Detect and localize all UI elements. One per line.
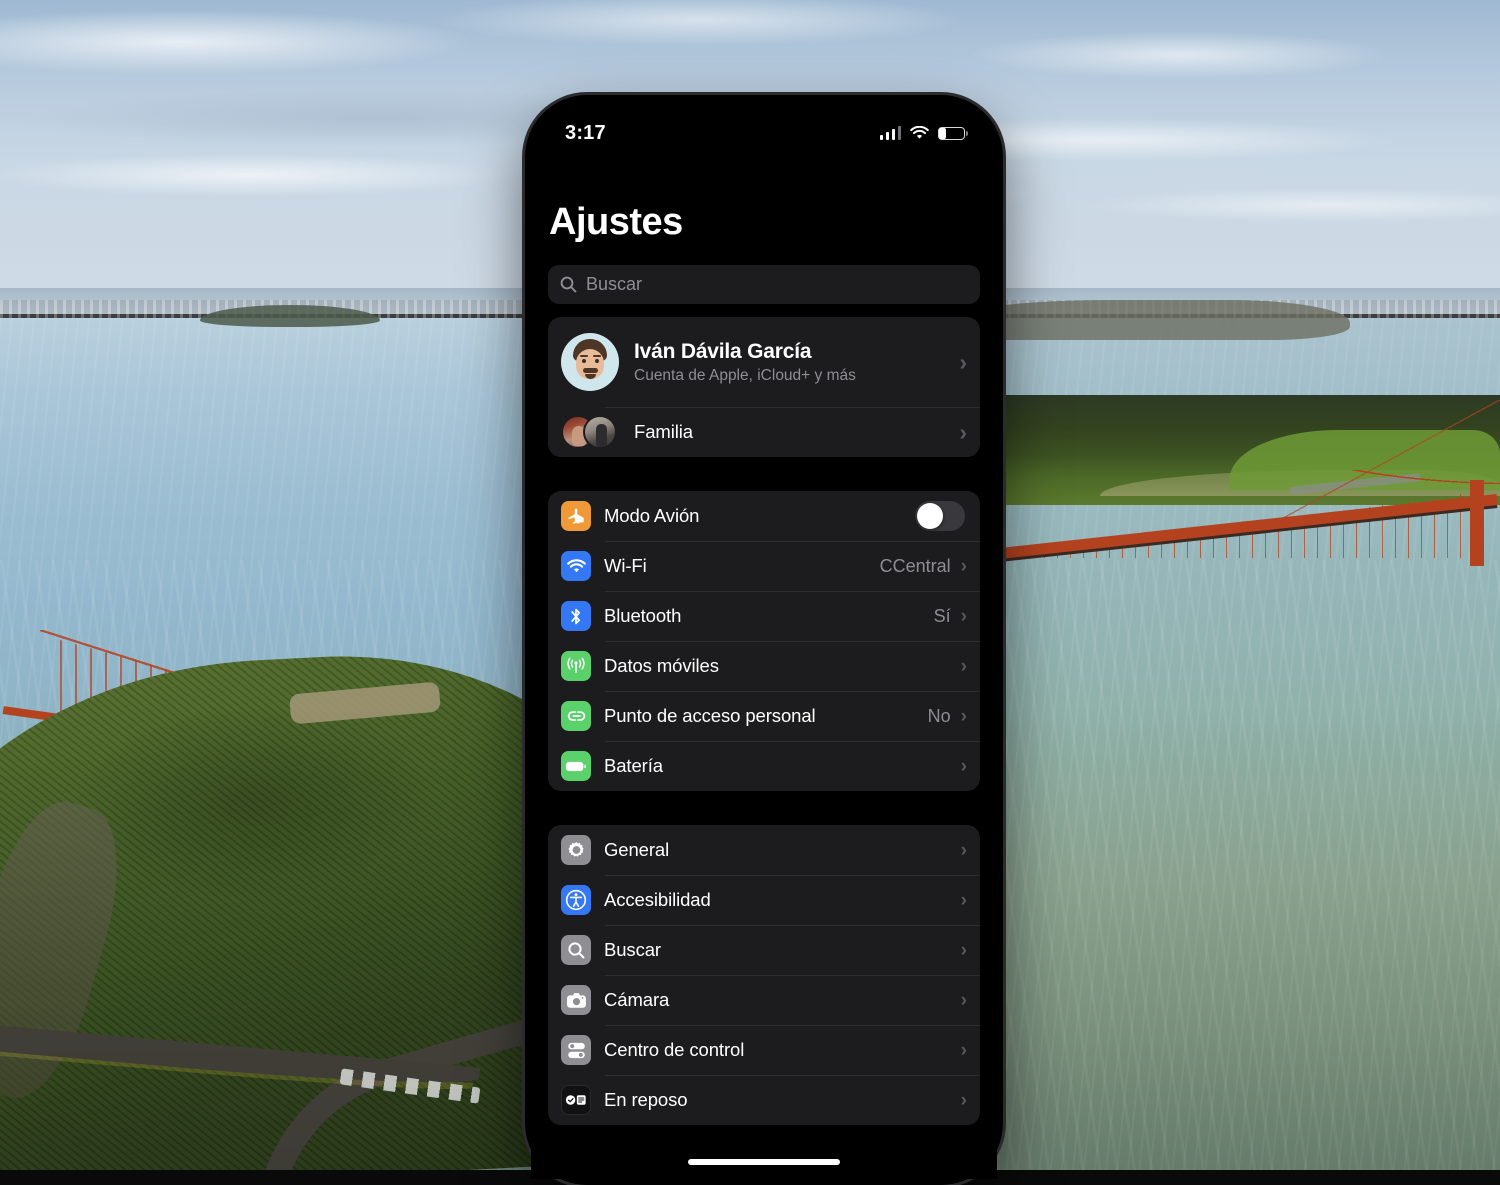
chevron-right-icon: › [959, 351, 967, 374]
chevron-right-icon: › [959, 421, 967, 444]
gear-icon [561, 835, 591, 865]
cellular-data-row[interactable]: Datos móviles › [548, 641, 980, 691]
general-label: General [604, 839, 959, 861]
camera-label: Cámara [604, 989, 959, 1011]
search-settings-row[interactable]: Buscar › [548, 925, 980, 975]
accessibility-label: Accesibilidad [604, 889, 959, 911]
bluetooth-label: Bluetooth [604, 605, 934, 627]
bluetooth-value: Sí [934, 606, 951, 627]
settings-list: Iván Dávila García Cuenta de Apple, iClo… [548, 317, 980, 1159]
family-member-avatars [561, 413, 619, 451]
battery-low-icon [938, 127, 965, 140]
account-group: Iván Dávila García Cuenta de Apple, iClo… [548, 317, 980, 457]
status-bar-clock: 3:17 [565, 122, 606, 145]
accessibility-row[interactable]: Accesibilidad › [548, 875, 980, 925]
search-magnifier-icon [561, 935, 591, 965]
airplane-mode-toggle[interactable] [915, 501, 965, 531]
standby-icon [561, 1085, 591, 1115]
personal-hotspot-label: Punto de acceso personal [604, 705, 928, 727]
chevron-right-icon: › [961, 991, 967, 1010]
bluetooth-row[interactable]: Bluetooth Sí › [548, 591, 980, 641]
family-avatar-2 [583, 415, 617, 449]
account-subtitle: Cuenta de Apple, iCloud+ y más [634, 367, 957, 385]
chevron-right-icon: › [961, 1091, 967, 1110]
accessibility-icon [561, 885, 591, 915]
control-center-icon [561, 1035, 591, 1065]
cellular-antenna-icon [561, 651, 591, 681]
airplane-icon [561, 501, 591, 531]
hotspot-link-icon [561, 701, 591, 731]
search-settings-label: Buscar [604, 939, 959, 961]
general-row[interactable]: General › [548, 825, 980, 875]
airplane-mode-label: Modo Avión [604, 505, 915, 527]
standby-row[interactable]: En reposo › [548, 1075, 980, 1125]
battery-label: Batería [604, 755, 959, 777]
system-group: General › Accesibilidad › [548, 825, 980, 1125]
wifi-value: CCentral [880, 556, 951, 577]
iphone-screen: 3:17 Ajustes Buscar [531, 101, 997, 1179]
wifi-row[interactable]: Wi-Fi CCentral › [548, 541, 980, 591]
chevron-right-icon: › [961, 941, 967, 960]
status-bar: 3:17 [531, 101, 997, 155]
chevron-right-icon: › [961, 707, 967, 726]
chevron-right-icon: › [961, 657, 967, 676]
apple-account-row[interactable]: Iván Dávila García Cuenta de Apple, iClo… [548, 317, 980, 407]
control-center-row[interactable]: Centro de control › [548, 1025, 980, 1075]
chevron-right-icon: › [961, 891, 967, 910]
wifi-label: Wi-Fi [604, 555, 880, 577]
battery-icon [561, 751, 591, 781]
home-indicator[interactable] [688, 1159, 840, 1165]
wifi-icon [910, 126, 929, 140]
search-placeholder: Buscar [586, 274, 642, 295]
account-name: Iván Dávila García [634, 340, 957, 364]
cellular-data-label: Datos móviles [604, 655, 959, 677]
connectivity-group: Modo Avión Wi-Fi CCentral › [548, 491, 980, 791]
camera-icon [561, 985, 591, 1015]
page-title: Ajustes [549, 201, 683, 244]
family-label: Familia [634, 421, 957, 443]
chevron-right-icon: › [961, 841, 967, 860]
search-icon [560, 276, 577, 293]
cellular-bars-icon [880, 126, 902, 140]
battery-row[interactable]: Batería › [548, 741, 980, 791]
personal-hotspot-value: No [928, 706, 951, 727]
personal-hotspot-row[interactable]: Punto de acceso personal No › [548, 691, 980, 741]
chevron-right-icon: › [961, 607, 967, 626]
standby-label: En reposo [604, 1089, 959, 1111]
chevron-right-icon: › [961, 1041, 967, 1060]
airplane-mode-row[interactable]: Modo Avión [548, 491, 980, 541]
camera-row[interactable]: Cámara › [548, 975, 980, 1025]
search-input[interactable]: Buscar [548, 265, 980, 304]
bluetooth-icon [561, 601, 591, 631]
family-row[interactable]: Familia › [548, 407, 980, 457]
memoji-avatar [561, 333, 619, 391]
chevron-right-icon: › [961, 757, 967, 776]
status-bar-indicators [880, 126, 966, 140]
control-center-label: Centro de control [604, 1039, 959, 1061]
chevron-right-icon: › [961, 557, 967, 576]
wifi-icon [561, 551, 591, 581]
